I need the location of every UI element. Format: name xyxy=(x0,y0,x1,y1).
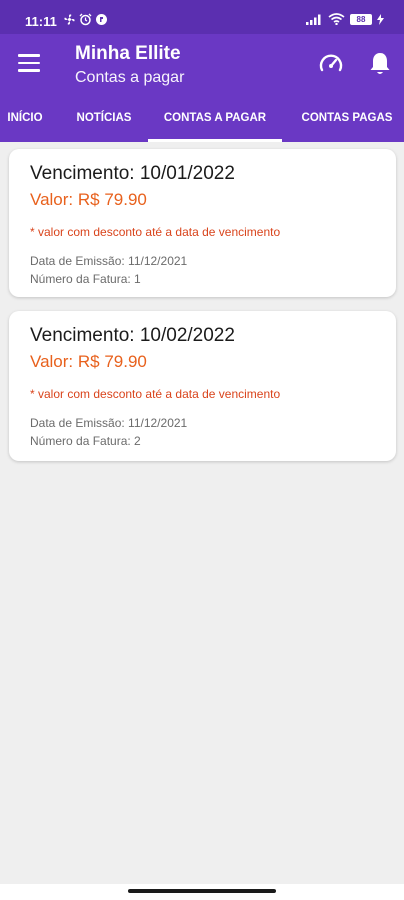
app-title: Minha Ellite xyxy=(75,43,181,64)
status-time: 11:11 xyxy=(25,14,57,29)
bill-due-date: Vencimento: 10/02/2022 xyxy=(30,325,235,346)
bell-icon[interactable] xyxy=(368,51,392,77)
status-left-icons xyxy=(63,13,108,26)
battery-icon: 88 xyxy=(350,13,372,25)
bill-value: Valor: R$ 79.90 xyxy=(30,352,147,371)
tab-inicio[interactable]: INÍCIO xyxy=(0,96,50,142)
menu-icon[interactable] xyxy=(18,54,40,72)
status-bar: 11:11 88 xyxy=(0,0,404,34)
tab-selected-indicator xyxy=(148,139,282,142)
bill-invoice-number: Número da Fatura: 1 xyxy=(30,272,141,286)
fan-icon xyxy=(64,14,75,25)
bill-card[interactable]: Vencimento: 10/02/2022 Valor: R$ 79.90 *… xyxy=(9,311,396,461)
bill-emission-date: Data de Emissão: 11/12/2021 xyxy=(30,416,188,430)
speedometer-icon[interactable] xyxy=(318,52,344,76)
bill-emission-date: Data de Emissão: 11/12/2021 xyxy=(30,254,188,268)
wifi-icon xyxy=(328,13,345,25)
app-bar: Minha Ellite Contas a pagar xyxy=(0,34,404,96)
bill-card[interactable]: Vencimento: 10/01/2022 Valor: R$ 79.90 *… xyxy=(9,149,396,297)
bill-value: Valor: R$ 79.90 xyxy=(30,190,147,209)
status-right-icons: 88 xyxy=(306,13,384,25)
bill-due-date: Vencimento: 10/01/2022 xyxy=(30,163,235,184)
tab-contas-a-pagar[interactable]: CONTAS A PAGAR xyxy=(148,96,282,142)
tab-bar: INÍCIO NOTÍCIAS CONTAS A PAGAR CONTAS PA… xyxy=(0,96,404,142)
system-nav-bar xyxy=(0,884,404,900)
alarm-icon xyxy=(79,13,92,26)
battery-percent: 88 xyxy=(356,14,366,24)
signal-icon xyxy=(306,14,321,25)
app-subtitle: Contas a pagar xyxy=(75,69,185,86)
bill-discount-note: * valor com desconto até a data de venci… xyxy=(30,387,281,401)
tab-noticias[interactable]: NOTÍCIAS xyxy=(64,96,144,142)
charging-icon xyxy=(377,13,384,25)
bill-discount-note: * valor com desconto até a data de venci… xyxy=(30,225,281,239)
app-icon xyxy=(96,14,107,25)
tab-contas-pagas[interactable]: CONTAS PAGAS xyxy=(290,96,404,142)
home-indicator[interactable] xyxy=(128,889,276,893)
bill-invoice-number: Número da Fatura: 2 xyxy=(30,434,141,448)
